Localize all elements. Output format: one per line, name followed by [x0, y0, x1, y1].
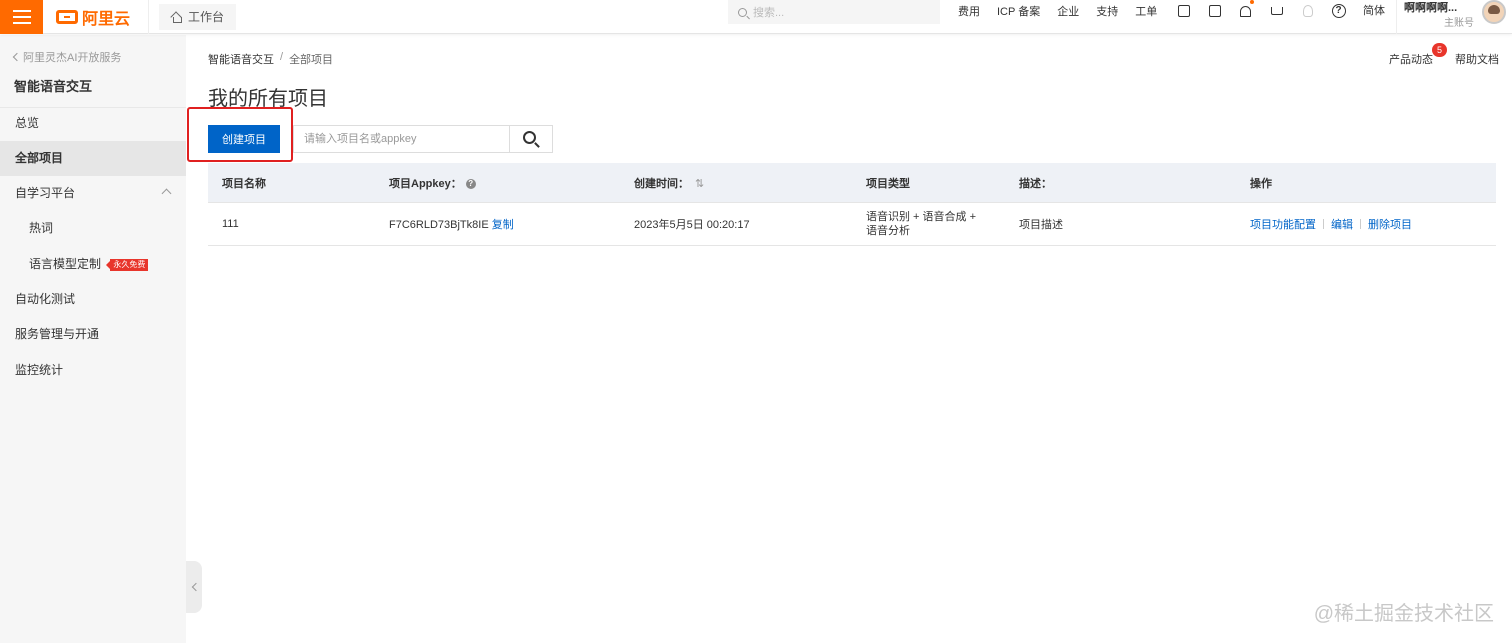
sidebar-item-monitoring[interactable]: 监控统计 — [0, 353, 186, 388]
code-icon[interactable] — [1168, 0, 1199, 22]
brand-name: 阿里云 — [82, 10, 131, 28]
search-icon — [738, 7, 747, 17]
column-header-label: 创建时间 — [634, 177, 678, 190]
product-news-label: 产品动态 — [1389, 54, 1433, 66]
divider — [1396, 0, 1397, 34]
sidebar-item-auto-test[interactable]: 自动化测试 — [0, 282, 186, 317]
column-header-ops: 操作 — [1250, 177, 1272, 190]
column-header-label: 描述 — [1019, 177, 1041, 190]
chevron-left-icon — [191, 582, 200, 592]
avatar[interactable] — [1482, 0, 1506, 24]
divider — [1360, 219, 1361, 229]
account-name: 啊啊啊啊... — [1404, 2, 1458, 14]
sidebar-item-label: 服务管理与开通 — [15, 327, 100, 341]
breadcrumb-separator: / — [280, 51, 284, 63]
lightbulb-icon[interactable] — [1292, 0, 1323, 22]
cell-name: 111 — [222, 218, 239, 230]
global-search-input[interactable]: 搜索... — [728, 0, 940, 24]
search-button[interactable] — [509, 125, 553, 153]
sort-icon[interactable]: ⇅ — [695, 177, 704, 190]
language-switch[interactable]: 简体 — [1363, 0, 1385, 22]
chevron-left-icon — [12, 52, 22, 62]
news-count-badge: 5 — [1432, 43, 1447, 57]
column-header-type: 项目类型 — [866, 177, 910, 190]
brand-logo[interactable]: 阿里云 — [56, 5, 140, 29]
table-row: 111 F7C6RLD73BjTk8IE 复制 2023年5月5日 00:20:… — [208, 203, 1496, 246]
home-icon — [171, 12, 182, 23]
create-project-button[interactable]: 创建项目 — [208, 125, 280, 153]
sidebar-item-all-projects[interactable]: 全部项目 — [0, 141, 186, 176]
back-link[interactable]: 阿里灵杰AI开放服务 — [12, 49, 122, 65]
product-title: 智能语音交互 — [14, 79, 93, 94]
cell-type: 语音识别 + 语音合成 + 语音分析 — [866, 211, 977, 237]
divider — [1323, 219, 1324, 229]
appkey-value: F7C6RLD73BjTk8IE — [389, 219, 489, 231]
sidebar-item-label: 全部项目 — [15, 151, 64, 165]
delete-project-link[interactable]: 删除项目 — [1368, 216, 1412, 232]
account-menu[interactable]: 啊啊啊啊... 主账号 — [1404, 0, 1476, 34]
copy-link[interactable]: 复制 — [492, 219, 514, 231]
account-role: 主账号 — [1444, 18, 1474, 29]
sidebar-collapse-button[interactable] — [186, 561, 202, 613]
projects-table: 项目名称 项目Appkey：? 创建时间： ⇅ 项目类型 描述： 操作 111 F… — [208, 163, 1496, 246]
link-support[interactable]: 支持 — [1096, 3, 1118, 19]
sidebar-item-label: 热词 — [29, 221, 54, 235]
cell-ops: 项目功能配置 编辑 删除项目 — [1236, 216, 1496, 232]
top-links: 费用 ICP 备案 企业 支持 工单 — [958, 0, 1174, 22]
cell-created: 2023年5月5日 00:20:17 — [634, 219, 750, 231]
column-header-desc: 描述： — [1019, 177, 1052, 190]
terminal-icon[interactable] — [1199, 0, 1230, 22]
cell-desc: 项目描述 — [1019, 219, 1063, 231]
breadcrumb-root[interactable]: 智能语音交互 — [208, 51, 274, 67]
breadcrumb: 智能语音交互 / 全部项目 — [208, 51, 333, 67]
divider — [148, 0, 149, 34]
link-enterprise[interactable]: 企业 — [1057, 3, 1079, 19]
help-icon[interactable]: ? — [1323, 0, 1354, 22]
workbench-button[interactable]: 工作台 — [159, 3, 237, 30]
question-icon[interactable]: ? — [465, 178, 476, 189]
help-docs-link[interactable]: 帮助文档 — [1455, 51, 1499, 67]
sidebar-item-label: 总览 — [15, 116, 40, 130]
configure-project-link[interactable]: 项目功能配置 — [1250, 216, 1316, 232]
column-header-appkey: 项目Appkey：? — [375, 175, 620, 191]
link-ticket[interactable]: 工单 — [1135, 3, 1157, 19]
project-search-input[interactable] — [293, 125, 510, 153]
sidebar-item-label: 自动化测试 — [15, 292, 76, 306]
chevron-up-icon — [161, 188, 172, 199]
menu-icon[interactable] — [0, 0, 43, 34]
sidebar-item-label: 语言模型定制 — [29, 257, 102, 271]
product-news-link[interactable]: 产品动态 5 — [1389, 43, 1447, 67]
bell-icon[interactable] — [1230, 0, 1261, 22]
workbench-label: 工作台 — [188, 10, 225, 24]
sidebar-item-self-learning[interactable]: 自学习平台 — [0, 176, 186, 211]
sidebar-item-service-mgmt[interactable]: 服务管理与开通 — [0, 317, 186, 352]
sidebar-item-label: 自学习平台 — [15, 186, 76, 200]
breadcrumb-current: 全部项目 — [289, 54, 334, 66]
search-icon — [523, 131, 536, 144]
column-header-label: 项目Appkey — [389, 177, 451, 190]
header-links: 产品动态 5 帮助文档 — [1389, 43, 1499, 67]
table-header: 项目名称 项目Appkey：? 创建时间： ⇅ 项目类型 描述： 操作 — [208, 163, 1496, 203]
top-icons: ? — [1168, 0, 1354, 22]
sidebar-item-hotwords[interactable]: 热词 — [0, 211, 186, 246]
cart-icon[interactable] — [1261, 0, 1292, 22]
aliyun-logo-icon — [56, 9, 78, 24]
sidebar-item-label: 监控统计 — [15, 363, 64, 377]
sidebar-item-overview[interactable]: 总览 — [0, 106, 186, 141]
edit-link[interactable]: 编辑 — [1331, 216, 1353, 232]
back-link-label: 阿里灵杰AI开放服务 — [23, 52, 122, 64]
link-icp[interactable]: ICP 备案 — [997, 3, 1040, 19]
top-navbar: 阿里云 工作台 搜索... 费用 ICP 备案 企业 支持 工单 ? 简体 啊啊… — [0, 0, 1512, 34]
search-placeholder: 搜索... — [753, 7, 785, 19]
free-badge: 永久免费 — [106, 258, 149, 271]
link-billing[interactable]: 费用 — [958, 3, 980, 19]
column-header-name: 项目名称 — [222, 177, 266, 190]
column-header-created[interactable]: 创建时间： ⇅ — [620, 175, 852, 191]
watermark: @稀土掘金技术社区 — [1313, 603, 1494, 625]
sidebar: 阿里灵杰AI开放服务 智能语音交互 总览 全部项目 自学习平台 热词 语言模型定… — [0, 35, 186, 643]
cell-appkey: F7C6RLD73BjTk8IE 复制 — [375, 216, 620, 232]
sidebar-item-language-model[interactable]: 语言模型定制 永久免费 — [0, 247, 186, 282]
